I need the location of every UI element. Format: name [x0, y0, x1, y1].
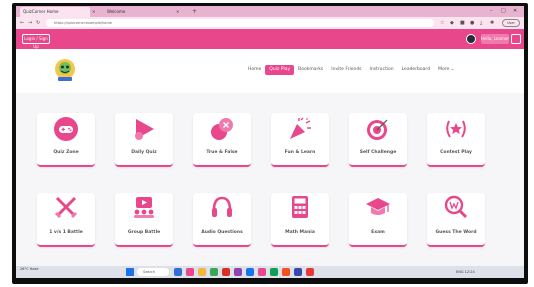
tab-close-icon[interactable]: ✕: [176, 7, 179, 17]
system-tray[interactable]: ENG 12:24: [456, 268, 475, 276]
nav-item-leaderboard[interactable]: Leaderboard: [398, 65, 434, 75]
browser-tab[interactable]: Welcome: [104, 7, 174, 17]
extension-icon[interactable]: ●: [470, 19, 474, 27]
party-popper-icon: [290, 117, 311, 139]
app-icon[interactable]: [246, 268, 254, 276]
card-quiz-zone[interactable]: Quiz Zone: [37, 113, 95, 167]
card-label: Group Battle: [127, 230, 161, 235]
site-top-bar: Login / Sign Up Hello, Learner: [16, 29, 524, 49]
address-bar-row: ← → ↻ https://quizcorner.example/home ☆ …: [16, 17, 524, 29]
nav-item-more[interactable]: More ⌄: [434, 65, 458, 75]
nav-item-quiz-play[interactable]: Quiz Play: [265, 65, 295, 75]
forward-icon[interactable]: →: [28, 19, 32, 27]
nav-item-instruction[interactable]: Instruction: [366, 65, 398, 75]
back-icon[interactable]: ←: [20, 19, 24, 27]
card-group-battle[interactable]: Group Battle: [115, 193, 173, 247]
quiz-modes-grid: Quiz Zone Daily Quiz True & False Fun & …: [16, 93, 524, 266]
headphones-icon: [212, 196, 232, 217]
close-window-icon[interactable]: ✕: [513, 6, 517, 16]
card-label: Self Challenge: [359, 150, 397, 155]
card-label: Audio Questions: [201, 230, 243, 235]
card-label: Exam: [371, 230, 385, 235]
card-contest-play[interactable]: Contest Play: [427, 113, 485, 167]
download-icon[interactable]: ⤓: [480, 19, 482, 27]
minimize-icon[interactable]: –: [490, 6, 493, 16]
new-tab-icon[interactable]: +: [192, 7, 197, 16]
avatar[interactable]: [466, 34, 476, 44]
nav-item-invite-friends[interactable]: Invite Friends: [327, 65, 365, 75]
app-icon[interactable]: [198, 268, 206, 276]
url-input[interactable]: https://quizcorner.example/home: [46, 19, 434, 27]
card-label: Quiz Zone: [53, 150, 79, 155]
gamepad-icon: [54, 117, 78, 141]
profile-chip[interactable]: User: [502, 19, 520, 27]
extensions-puzzle-icon[interactable]: ✱: [490, 19, 494, 27]
card-fun-learn[interactable]: Fun & Learn: [271, 113, 329, 167]
reload-icon[interactable]: ↻: [36, 19, 40, 27]
login-button[interactable]: Login / Sign Up: [22, 34, 50, 49]
card-audio-questions[interactable]: Audio Questions: [193, 193, 251, 247]
card-true-false[interactable]: True & False: [193, 113, 251, 167]
sitebar-menu-icon[interactable]: [511, 34, 521, 44]
crossed-swords-icon: [54, 196, 78, 219]
true-false-icon: [211, 118, 233, 140]
app-icon[interactable]: [174, 268, 182, 276]
graduation-cap-icon: [366, 198, 390, 215]
nav-item-bookmarks[interactable]: Bookmarks: [294, 65, 327, 75]
app-icon[interactable]: [294, 268, 302, 276]
browser-tab-bar: QuizCorner Home ✕ Welcome ✕ + – □ ✕: [16, 6, 524, 17]
extension-icon[interactable]: ◆: [450, 19, 454, 27]
card-math-mania[interactable]: Math Mania: [271, 193, 329, 247]
site-nav: Home Quiz Play Bookmarks Invite Friends …: [16, 49, 524, 93]
weather-widget[interactable]: 26°C Haze: [20, 267, 39, 272]
group-battle-icon: [134, 197, 154, 218]
card-label: 1 v/s 1 Battle: [49, 230, 83, 235]
app-icon[interactable]: [282, 268, 290, 276]
maximize-icon[interactable]: □: [501, 6, 506, 16]
browser-tab-active[interactable]: QuizCorner Home: [20, 7, 90, 17]
calculator-icon: [292, 196, 308, 218]
main-menu: Home Quiz Play Bookmarks Invite Friends …: [244, 65, 458, 75]
nav-item-home[interactable]: Home: [244, 65, 265, 75]
tab-title: QuizCorner Home: [23, 9, 59, 14]
site-logo[interactable]: [52, 57, 78, 83]
url-text: https://quizcorner.example/home: [54, 21, 113, 25]
play-icon: [135, 119, 154, 140]
tab-title: Welcome: [107, 9, 126, 14]
extension-icon[interactable]: ■: [460, 19, 465, 27]
taskbar-search[interactable]: Search: [137, 268, 169, 276]
card-daily-quiz[interactable]: Daily Quiz: [115, 113, 173, 167]
tab-close-icon[interactable]: ✕: [92, 7, 95, 17]
app-icon[interactable]: [186, 268, 194, 276]
guess-word-icon: [444, 195, 468, 219]
os-taskbar: 26°C Haze Search ENG 12:24: [16, 266, 524, 278]
card-label: Fun & Learn: [284, 150, 316, 155]
card-self-challenge[interactable]: Self Challenge: [349, 113, 407, 167]
card-exam[interactable]: Exam: [349, 193, 407, 247]
screen: QuizCorner Home ✕ Welcome ✕ + – □ ✕ ← → …: [16, 6, 524, 278]
card-guess-the-word[interactable]: Guess The Word: [427, 193, 485, 247]
app-icon[interactable]: [306, 268, 314, 276]
app-icon[interactable]: [234, 268, 242, 276]
app-icon[interactable]: [222, 268, 230, 276]
bookmark-star-icon[interactable]: ☆: [440, 19, 444, 27]
start-icon[interactable]: [126, 268, 134, 276]
card-label: True & False: [206, 150, 238, 155]
app-icon[interactable]: [258, 268, 266, 276]
target-icon: [367, 119, 388, 140]
app-icon[interactable]: [210, 268, 218, 276]
card-label: Contest Play: [440, 150, 472, 155]
user-menu-button[interactable]: Hello, Learner: [481, 34, 509, 44]
star-laurel-icon: [446, 120, 466, 138]
card-label: Guess The Word: [435, 230, 477, 235]
card-label: Daily Quiz: [131, 150, 157, 155]
card-1v1-battle[interactable]: 1 v/s 1 Battle: [37, 193, 95, 247]
card-label: Math Mania: [285, 230, 315, 235]
app-icon[interactable]: [270, 268, 278, 276]
